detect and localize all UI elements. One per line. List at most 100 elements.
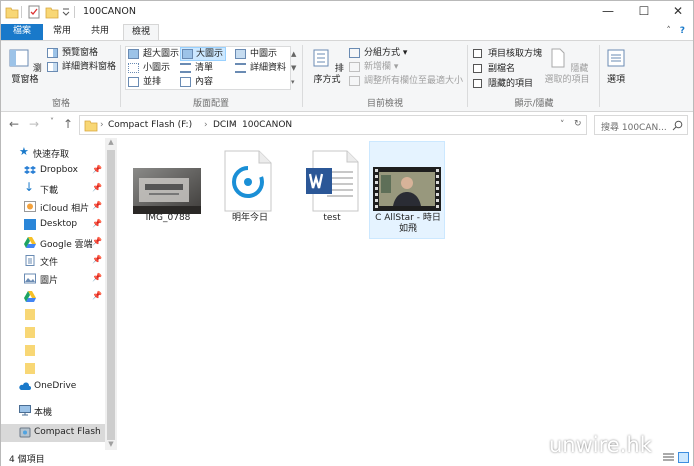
medium-icons-icon [235,49,246,59]
content-option[interactable]: 內容 [180,76,213,88]
nav-item-pinned-drive[interactable]: 📌 [1,288,105,306]
group-by-button[interactable]: 分組方式 ▾ [349,47,407,59]
nav-item-pictures[interactable]: 圖片 📌 [1,270,105,288]
properties-icon[interactable] [27,5,41,19]
hidden-items-checkbox[interactable] [473,79,482,88]
details-view-icon[interactable] [663,453,674,463]
extra-large-icons-option[interactable]: 超大圖示 [128,48,179,60]
navigation-pane-button[interactable]: 瀏覽窗格 [5,47,45,86]
extra-large-icons-icon [128,49,139,59]
item-count: 4 個項目 [9,455,45,465]
nav-item-quick-access[interactable]: ★ 快速存取 [1,144,105,162]
breadcrumb-separator-icon[interactable]: › [204,120,208,130]
folder-icon [25,363,35,374]
divider [21,6,22,18]
breadcrumb-separator-icon[interactable]: › [232,120,236,130]
file-item-audio[interactable]: 明年今日 [211,142,289,238]
small-icons-option[interactable]: 小圖示 [128,62,170,74]
pin-icon[interactable]: 📌 [92,273,102,282]
nav-scrollbar[interactable]: ▲ ▼ [105,138,117,450]
help-icon[interactable]: ? [680,26,685,36]
pin-icon[interactable]: 📌 [92,165,102,174]
pin-icon[interactable]: 📌 [92,183,102,192]
pin-icon[interactable]: 📌 [92,291,102,300]
nav-item-folder[interactable] [1,306,105,324]
add-columns-button[interactable]: 新增欄 ▾ [349,61,398,73]
forward-arrow-icon[interactable]: → [27,117,41,131]
close-button[interactable]: ✕ [661,1,694,23]
up-arrow-icon[interactable]: ↑ [61,117,75,131]
nav-label: OneDrive [34,381,77,391]
google-drive-icon [24,237,36,248]
pin-icon[interactable]: 📌 [92,255,102,264]
tab-home[interactable]: 常用 [47,24,77,40]
chevron-up-icon[interactable]: ˄ [666,26,671,36]
large-icons-option[interactable]: 大圖示 [180,47,227,61]
tab-file[interactable]: 檔案 [1,24,43,40]
nav-item-documents[interactable]: 文件 📌 [1,252,105,270]
hidden-items-option[interactable]: 隱藏的項目 [473,78,533,90]
item-checkboxes-option[interactable]: 項目核取方塊 [473,48,542,60]
pin-icon[interactable]: 📌 [92,219,102,228]
tiles-option[interactable]: 並排 [128,76,161,88]
nav-item-dropbox[interactable]: Dropbox 📌 [1,162,105,180]
new-folder-icon[interactable] [45,5,59,19]
tab-share[interactable]: 共用 [85,24,115,40]
layout-scroll[interactable]: ▲ ▼ ▾ [291,47,299,89]
breadcrumb-compact-flash[interactable]: Compact Flash (F:) [108,120,192,130]
scroll-thumb[interactable] [107,150,115,440]
nav-item-folder[interactable] [1,360,105,378]
large-icons-view-icon[interactable] [678,452,689,463]
breadcrumb-separator-icon[interactable]: › [100,120,104,130]
address-dropdown-icon[interactable]: ˅ [560,120,565,130]
search-box[interactable]: 搜尋 100CAN... [594,115,688,135]
nav-item-this-pc[interactable]: 本機 [1,402,105,420]
nav-item-google-drive[interactable]: Google 雲端 📌 [1,234,105,252]
file-name: C AllStar - 時日如飛 [375,213,441,234]
pin-icon[interactable]: 📌 [92,201,102,210]
file-extensions-checkbox[interactable] [473,64,482,73]
customize-quick-access-icon[interactable] [61,5,71,19]
hide-selected-button[interactable]: 隱藏 選取的項目 [542,47,592,86]
options-icon [607,49,625,67]
nav-item-downloads[interactable]: ↓ 下載 📌 [1,180,105,198]
refresh-icon[interactable]: ↻ [574,119,582,129]
list-option[interactable]: 清單 [180,62,213,74]
nav-item-folder[interactable] [1,324,105,342]
file-extensions-label: 副檔名 [488,64,516,74]
tab-view[interactable]: 檢視 [123,24,159,40]
maximize-button[interactable]: ☐ [627,1,661,23]
nav-item-icloud-photos[interactable]: iCloud 相片 📌 [1,198,105,216]
address-bar[interactable]: › Compact Flash (F:) › DCIM › 100CANON ˅… [79,115,587,135]
details-pane-button[interactable]: 詳細資料窗格 [47,61,116,73]
nav-item-onedrive[interactable]: OneDrive [1,378,105,396]
scroll-down-icon[interactable]: ▼ [105,440,117,450]
file-item-img0788[interactable]: IMG_0788 [129,142,207,238]
file-name: IMG_0788 [145,213,191,223]
size-columns-button[interactable]: 調整所有欄位至最適大小 [349,75,463,87]
details-option[interactable]: 詳細資料 [235,62,286,74]
file-item-video[interactable]: C AllStar - 時日如飛 [369,141,445,239]
folder-icon [25,345,35,356]
scroll-up-icon[interactable]: ▲ [105,138,117,148]
preview-pane-button[interactable]: 預覽窗格 [47,47,98,59]
item-checkboxes-checkbox[interactable] [473,49,482,58]
file-extensions-option[interactable]: 副檔名 [473,63,515,75]
medium-icons-option[interactable]: 中圖示 [235,48,277,60]
breadcrumb-100canon[interactable]: 100CANON [242,120,292,130]
search-input[interactable]: 搜尋 100CAN... [601,120,667,133]
recent-locations-icon[interactable]: ˅ [45,117,59,126]
nav-item-folder[interactable] [1,342,105,360]
back-arrow-icon[interactable]: ← [7,117,21,131]
options-button[interactable]: 選項 [601,47,631,86]
content-label: 內容 [195,77,214,87]
nav-item-compact-flash[interactable]: Compact Flash (F [1,424,105,442]
hide-selected-label-2: 選取的項目 [544,75,590,85]
minimize-button[interactable]: — [591,1,625,23]
pin-icon[interactable]: 📌 [92,237,102,246]
divider [74,6,75,18]
nav-label: 本機 [34,408,53,418]
nav-item-desktop[interactable]: Desktop 📌 [1,216,105,234]
sort-by-button[interactable]: 排序方式 [307,47,347,86]
file-item-word[interactable]: test [293,142,371,238]
